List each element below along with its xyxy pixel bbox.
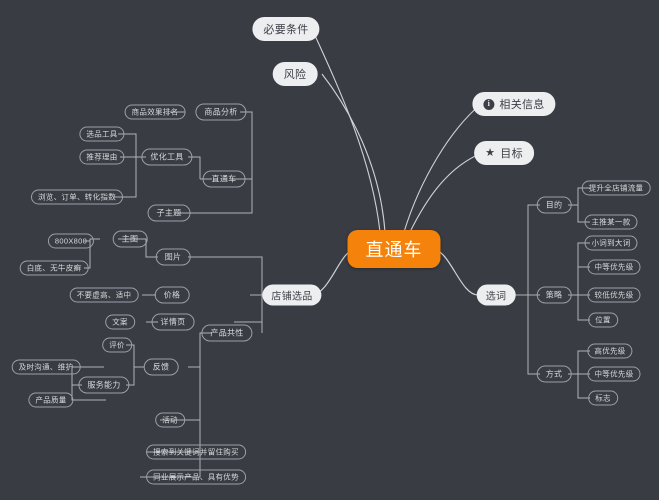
node-label: 同业展示产品、具有优势 <box>153 472 239 482</box>
node-label: 推荐理由 <box>86 152 118 162</box>
node-label: 主图 <box>121 234 139 244</box>
node-bi-yao-tiao-jian[interactable]: 必要条件 <box>252 17 320 41</box>
node-label: 产品共性 <box>210 328 244 338</box>
node-label: 策略 <box>545 290 563 300</box>
node-tong-ye-zhan-shi-chan-pin[interactable]: 同业展示产品、具有优势 <box>146 469 246 485</box>
node-xiang-guan-xin-xi[interactable]: i 相关信息 <box>472 92 556 116</box>
node-shang-pin-fen-xi[interactable]: 商品分析 <box>195 103 247 121</box>
node-tu-pian[interactable]: 图片 <box>155 248 191 266</box>
node-ji-shi-gou-tong-wei-hu[interactable]: 及时沟通、维护 <box>11 359 81 375</box>
node-800x800[interactable]: 800X800 <box>47 233 95 249</box>
star-icon: ★ <box>485 146 496 159</box>
node-label: 白底、无牛皮癣 <box>26 263 82 273</box>
node-label: 商品效果排名 <box>131 107 179 117</box>
node-label: 提升全店铺流量 <box>588 183 644 193</box>
node-label: 目标 <box>500 148 523 160</box>
node-mu-biao[interactable]: ★ 目标 <box>474 141 534 165</box>
center-node-label: 直通车 <box>365 240 423 260</box>
node-label: 活动 <box>162 415 178 425</box>
node-label: 优化工具 <box>150 152 184 162</box>
node-sou-suo-dao-guan-jian-ci[interactable]: 搜索到关键词并留住购买 <box>146 444 246 460</box>
node-label: 及时沟通、维护 <box>18 362 74 372</box>
node-label: 高优先级 <box>594 346 626 356</box>
node-label: 选词 <box>485 291 507 303</box>
node-tui-jian-li-you[interactable]: 推荐理由 <box>79 149 125 165</box>
mindmap-canvas[interactable]: 直通车 必要条件 风险 i 相关信息 ★ 目标 直通车 商品分析 商品效果排名 … <box>0 0 659 500</box>
node-label: 小词到大词 <box>591 238 631 248</box>
node-zi-zhu-ti[interactable]: 子主题 <box>147 204 191 222</box>
node-label: 位置 <box>595 315 611 325</box>
connector-lines <box>71 28 590 478</box>
node-fu-wu-neng-li[interactable]: 服务能力 <box>78 376 130 394</box>
node-fan-kui[interactable]: 反馈 <box>143 358 179 376</box>
node-ce-lve[interactable]: 策略 <box>536 286 572 304</box>
node-label: 直通车 <box>211 174 237 184</box>
node-label: 详情页 <box>160 317 186 327</box>
node-jia-ge[interactable]: 价格 <box>154 286 190 304</box>
node-dian-pu-xuan-pin[interactable]: 店铺选品 <box>262 284 322 306</box>
node-xiao-ci-dao-da-ci[interactable]: 小词到大词 <box>584 235 638 251</box>
node-fang-shi[interactable]: 方式 <box>536 365 572 383</box>
node-label: 中等优先级 <box>594 369 634 379</box>
node-bai-di-wu-niu-pi-xuan[interactable]: 白底、无牛皮癣 <box>19 260 89 276</box>
node-huo-dong[interactable]: 活动 <box>155 412 185 428</box>
node-label: 主推某一款 <box>591 217 631 227</box>
node-label: 评价 <box>109 340 125 350</box>
node-label: 800X800 <box>54 236 88 246</box>
node-label: 不要虚高、适中 <box>76 290 132 300</box>
node-zhu-tu[interactable]: 主图 <box>112 230 148 248</box>
node-label: 搜索到关键词并留住购买 <box>153 447 239 457</box>
node-shang-pin-xiao-guo-pai-ming[interactable]: 商品效果排名 <box>124 104 186 120</box>
node-chan-pin-gong-xing[interactable]: 产品共性 <box>201 324 253 342</box>
node-chan-pin-zhi-liang[interactable]: 产品质量 <box>28 392 74 408</box>
node-mu-di[interactable]: 目的 <box>536 196 572 214</box>
node-label: 价格 <box>163 290 181 300</box>
node-label: 产品质量 <box>35 395 67 405</box>
node-label: 中等优先级 <box>594 262 634 272</box>
node-ping-jia[interactable]: 评价 <box>102 337 132 353</box>
node-label: 必要条件 <box>263 24 309 36</box>
node-label: 较低优先级 <box>594 290 634 300</box>
node-label: 商品分析 <box>204 107 238 117</box>
info-icon: i <box>483 98 495 110</box>
node-label: 店铺选品 <box>271 291 313 303</box>
node-label: 相关信息 <box>499 99 545 111</box>
node-biao-zhi[interactable]: 标志 <box>588 390 618 406</box>
node-zhong-deng-you-xian-ji-fangshi[interactable]: 中等优先级 <box>587 366 641 382</box>
node-jiao-di-you-xian-ji[interactable]: 较低优先级 <box>587 287 641 303</box>
node-label: 浏览、订单、转化指数 <box>38 192 116 202</box>
node-ti-sheng-quan-dian-pu-liu-liang[interactable]: 提升全店铺流量 <box>581 180 651 196</box>
node-you-hua-gong-ju[interactable]: 优化工具 <box>141 148 193 166</box>
node-label: 图片 <box>164 252 182 262</box>
node-label: 反馈 <box>152 362 170 372</box>
node-zhong-deng-you-xian-ji-celve[interactable]: 中等优先级 <box>587 259 641 275</box>
node-liu-lan-ding-dan-zhuan-hua-zhi-shu[interactable]: 浏览、订单、转化指数 <box>31 189 123 205</box>
node-bu-yao-xu-gao-shi-zhong[interactable]: 不要虚高、适中 <box>69 287 139 303</box>
node-gao-you-xian-ji[interactable]: 高优先级 <box>587 343 633 359</box>
node-xuan-pin-gong-ju[interactable]: 选品工具 <box>79 126 125 142</box>
node-wen-an[interactable]: 文案 <box>105 314 135 330</box>
node-label: 标志 <box>595 393 611 403</box>
node-xuan-ci[interactable]: 选词 <box>476 284 516 306</box>
node-zhu-tui-mou-yi-kuan[interactable]: 主推某一款 <box>584 214 638 230</box>
node-label: 目的 <box>545 200 563 210</box>
node-zhitongche-branch[interactable]: 直通车 <box>202 170 246 188</box>
node-label: 文案 <box>112 317 128 327</box>
center-node-zhitongche[interactable]: 直通车 <box>347 230 441 268</box>
node-label: 风险 <box>283 69 307 81</box>
node-label: 子主题 <box>156 208 182 218</box>
node-label: 服务能力 <box>87 380 121 390</box>
node-feng-xian[interactable]: 风险 <box>272 62 318 86</box>
node-label: 选品工具 <box>86 129 118 139</box>
node-wei-zhi[interactable]: 位置 <box>588 312 618 328</box>
node-xiang-qing-ye[interactable]: 详情页 <box>151 313 195 331</box>
node-label: 方式 <box>545 369 563 379</box>
